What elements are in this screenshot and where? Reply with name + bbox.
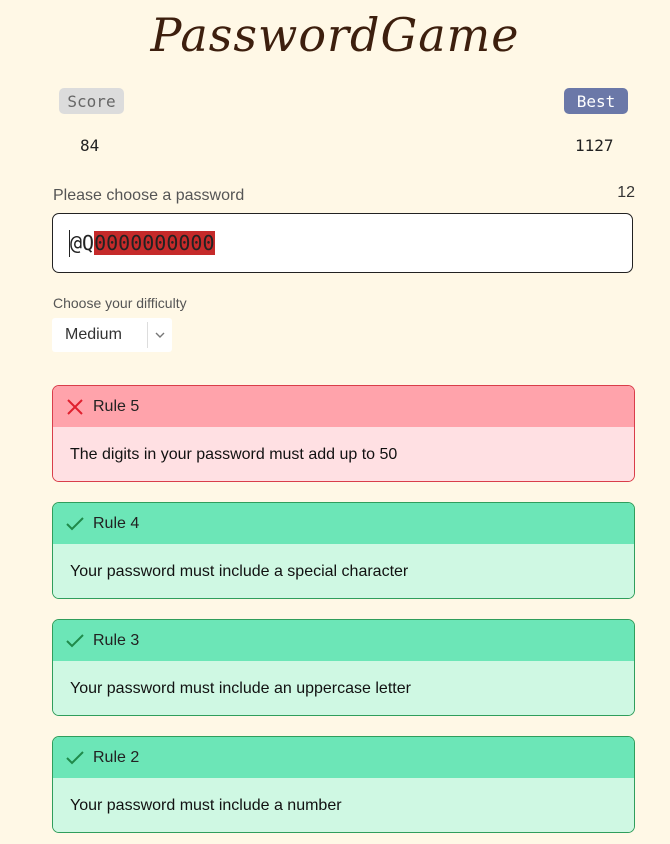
rule-title: Rule 5 (93, 397, 140, 415)
rule-text: Your password must include a special cha… (53, 544, 634, 598)
difficulty-select[interactable]: Medium (52, 318, 172, 352)
rule-card-4: Rule 4 Your password must include a spec… (52, 502, 635, 599)
check-icon (66, 514, 86, 534)
app-title: PasswordGame (150, 8, 520, 62)
password-length-counter: 12 (617, 184, 635, 201)
rule-text: Your password must include a number (53, 778, 634, 832)
score-badge: Score (59, 88, 124, 114)
difficulty-label: Choose your difficulty (53, 295, 187, 311)
check-icon (66, 631, 86, 651)
password-input[interactable]: @Q0000000000 (52, 213, 633, 273)
rule-card-5: Rule 5 The digits in your password must … (52, 385, 635, 482)
x-icon (66, 397, 86, 417)
rule-title: Rule 3 (93, 631, 140, 649)
rule-title: Rule 4 (93, 514, 140, 532)
rule-card-3: Rule 3 Your password must include an upp… (52, 619, 635, 716)
rule-text: The digits in your password must add up … (53, 427, 634, 481)
rule-header: Rule 4 (53, 503, 634, 544)
best-badge: Best (564, 88, 628, 114)
rule-text: Your password must include an uppercase … (53, 661, 634, 715)
password-label: Please choose a password (53, 187, 245, 204)
rule-header: Rule 5 (53, 386, 634, 427)
rule-header: Rule 3 (53, 620, 634, 661)
difficulty-value: Medium (65, 326, 122, 343)
score-value: 84 (80, 136, 100, 155)
password-text: @Q0000000000 (69, 229, 215, 257)
rule-title: Rule 2 (93, 748, 140, 766)
rule-card-2: Rule 2 Your password must include a numb… (52, 736, 635, 833)
password-highlighted-digits: 0000000000 (94, 230, 215, 255)
rule-header: Rule 2 (53, 737, 634, 778)
best-value: 1127 (575, 136, 614, 155)
check-icon (66, 748, 86, 768)
password-plain-text: @Q (70, 230, 95, 255)
chevron-down-icon[interactable] (148, 332, 172, 339)
